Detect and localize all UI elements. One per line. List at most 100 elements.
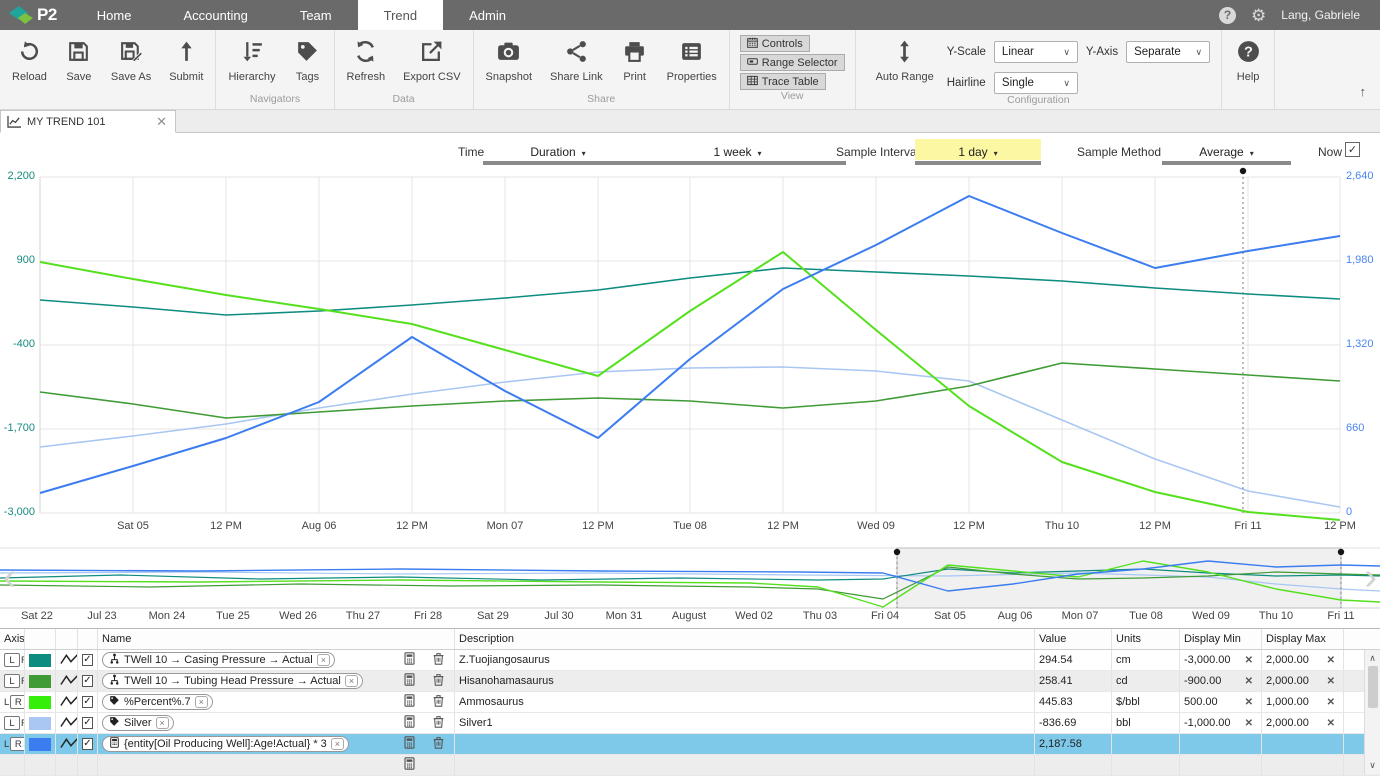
trace-color-swatch[interactable] bbox=[29, 696, 51, 709]
calculation-icon[interactable] bbox=[403, 673, 416, 689]
clear-display-min-icon[interactable]: ✕ bbox=[1245, 676, 1257, 687]
help-circle-icon[interactable]: ? bbox=[1219, 7, 1236, 24]
trace-color-swatch[interactable] bbox=[29, 654, 51, 667]
trace-line-style-icon[interactable] bbox=[60, 693, 78, 711]
trace-line-style-icon[interactable] bbox=[60, 735, 78, 753]
y-axis-select[interactable]: Separate∨ bbox=[1126, 41, 1210, 63]
gear-icon[interactable]: ⚙ bbox=[1251, 7, 1266, 24]
scroll-up-icon[interactable]: ∧ bbox=[1369, 653, 1376, 664]
calculation-icon[interactable] bbox=[403, 757, 416, 773]
trace-line-style-icon[interactable] bbox=[60, 714, 78, 732]
now-checkbox[interactable]: ✓ bbox=[1345, 142, 1360, 157]
delete-trace-icon[interactable] bbox=[432, 736, 445, 752]
trace-visible-checkbox[interactable]: ✓ bbox=[82, 675, 93, 687]
scroll-down-icon[interactable]: ∨ bbox=[1369, 760, 1376, 771]
reload-button[interactable]: Reload bbox=[3, 33, 56, 85]
clear-display-max-icon[interactable]: ✕ bbox=[1327, 697, 1339, 708]
calculation-icon[interactable] bbox=[403, 736, 416, 752]
remove-trace-icon[interactable]: × bbox=[317, 654, 330, 666]
clear-display-max-icon[interactable]: ✕ bbox=[1327, 655, 1339, 666]
trace-visible-checkbox[interactable]: ✓ bbox=[82, 717, 93, 729]
table-scrollbar[interactable]: ∧ ∨ bbox=[1364, 650, 1380, 774]
trace-name-pill[interactable]: {entity[Oil Producing Well]:Age!Actual} … bbox=[102, 736, 349, 752]
axis-right-toggle[interactable]: R bbox=[10, 737, 25, 751]
user-menu[interactable]: Lang, Gabriele bbox=[1281, 8, 1360, 22]
nav-item-admin[interactable]: Admin bbox=[443, 0, 532, 30]
y-scale-select[interactable]: Linear∨ bbox=[994, 41, 1078, 63]
remove-trace-icon[interactable]: × bbox=[345, 675, 358, 687]
delete-trace-icon[interactable] bbox=[432, 715, 445, 731]
calculation-icon[interactable] bbox=[403, 715, 416, 731]
sample-interval-dropdown[interactable]: 1 day▾ bbox=[915, 139, 1041, 165]
delete-trace-icon[interactable] bbox=[432, 694, 445, 710]
delete-trace-icon[interactable] bbox=[432, 652, 445, 668]
remove-trace-icon[interactable]: × bbox=[331, 738, 344, 750]
share-link-button[interactable]: Share Link bbox=[541, 33, 612, 85]
auto-range-button[interactable]: Auto Range bbox=[867, 33, 943, 94]
tab-my-trend-101[interactable]: MY TREND 101 ✕ bbox=[0, 110, 176, 133]
table-row[interactable]: LR ✓ {entity[Oil Producing Well]:Age!Actua… bbox=[0, 734, 1380, 755]
tags-button[interactable]: Tags bbox=[285, 33, 331, 85]
trace-visible-checkbox[interactable]: ✓ bbox=[82, 696, 93, 708]
trace-line-style-icon[interactable] bbox=[60, 651, 78, 669]
export-csv-button[interactable]: Export CSV bbox=[394, 33, 469, 85]
nav-item-team[interactable]: Team bbox=[274, 0, 358, 30]
nav-item-accounting[interactable]: Accounting bbox=[157, 0, 273, 30]
range-selector-toggle[interactable]: Range Selector bbox=[740, 54, 845, 71]
range-handle-right[interactable] bbox=[1331, 548, 1351, 608]
trace-color-swatch[interactable] bbox=[29, 717, 51, 730]
range-scroll-left-icon[interactable]: ‹ bbox=[3, 556, 16, 598]
save-button[interactable]: Save bbox=[56, 33, 102, 85]
main-chart-area[interactable] bbox=[40, 170, 1340, 515]
table-row[interactable]: LR✓Silver×Silver1-836.69bbl-1,000.00✕2,0… bbox=[0, 713, 1380, 734]
clear-display-min-icon[interactable]: ✕ bbox=[1245, 718, 1257, 729]
sample-method-dropdown[interactable]: Average▾ bbox=[1162, 139, 1291, 165]
help-button[interactable]: ?Help bbox=[1225, 33, 1271, 85]
controls-toggle[interactable]: Controls bbox=[740, 35, 810, 52]
range-scroll-right-icon[interactable]: › bbox=[1364, 556, 1377, 598]
range-handle-left[interactable] bbox=[887, 548, 907, 608]
trace-visible-checkbox[interactable]: ✓ bbox=[82, 738, 93, 750]
remove-trace-icon[interactable]: × bbox=[195, 696, 208, 708]
calculation-icon[interactable] bbox=[403, 694, 416, 710]
axis-left-toggle[interactable]: L bbox=[4, 695, 9, 709]
clear-display-min-icon[interactable]: ✕ bbox=[1245, 655, 1257, 666]
trace-name-pill[interactable]: %Percent%.7× bbox=[102, 694, 213, 710]
scrollbar-thumb[interactable] bbox=[1368, 666, 1378, 708]
axis-left-toggle[interactable]: L bbox=[4, 737, 9, 751]
axis-left-toggle[interactable]: L bbox=[4, 716, 20, 730]
table-row[interactable]: LR✓TWell 10 → Tubing Head Pressure → Act… bbox=[0, 671, 1380, 692]
trace-table-toggle[interactable]: Trace Table bbox=[740, 73, 826, 90]
duration-dropdown[interactable]: Duration▾ bbox=[483, 139, 633, 165]
table-row[interactable] bbox=[0, 755, 1380, 776]
trace-visible-checkbox[interactable]: ✓ bbox=[82, 654, 93, 666]
table-row[interactable]: LR✓TWell 10 → Casing Pressure → Actual×Z… bbox=[0, 650, 1380, 671]
trace-name-pill[interactable]: TWell 10 → Tubing Head Pressure → Actual… bbox=[102, 673, 363, 689]
clear-display-max-icon[interactable]: ✕ bbox=[1327, 718, 1339, 729]
save-as-button[interactable]: Save As bbox=[102, 33, 160, 85]
hierarchy-button[interactable]: Hierarchy bbox=[219, 33, 284, 85]
axis-left-toggle[interactable]: L bbox=[4, 653, 20, 667]
submit-button[interactable]: Submit bbox=[160, 33, 212, 85]
axis-left-toggle[interactable]: L bbox=[4, 674, 20, 688]
calculation-icon[interactable] bbox=[403, 652, 416, 668]
properties-button[interactable]: Properties bbox=[658, 33, 726, 85]
hairline-select[interactable]: Single∨ bbox=[994, 72, 1078, 94]
snapshot-button[interactable]: Snapshot bbox=[477, 33, 541, 85]
collapse-ribbon-icon[interactable]: ↑ bbox=[1360, 84, 1367, 99]
delete-trace-icon[interactable] bbox=[432, 673, 445, 689]
trace-line-style-icon[interactable] bbox=[60, 672, 78, 690]
refresh-button[interactable]: Refresh bbox=[338, 33, 395, 85]
trace-name-pill[interactable]: TWell 10 → Casing Pressure → Actual× bbox=[102, 652, 335, 668]
trace-color-swatch[interactable] bbox=[29, 738, 51, 751]
remove-trace-icon[interactable]: × bbox=[156, 717, 169, 729]
nav-item-trend[interactable]: Trend bbox=[358, 0, 443, 30]
axis-right-toggle[interactable]: R bbox=[10, 695, 25, 709]
nav-item-home[interactable]: Home bbox=[71, 0, 158, 30]
print-button[interactable]: Print bbox=[612, 33, 658, 85]
clear-display-min-icon[interactable]: ✕ bbox=[1245, 697, 1257, 708]
trace-color-swatch[interactable] bbox=[29, 675, 51, 688]
close-tab-icon[interactable]: ✕ bbox=[156, 115, 167, 128]
table-row[interactable]: LR✓%Percent%.7×Ammosaurus445.83$/bbl500.… bbox=[0, 692, 1380, 713]
duration-range-dropdown[interactable]: 1 week▾ bbox=[629, 139, 846, 165]
